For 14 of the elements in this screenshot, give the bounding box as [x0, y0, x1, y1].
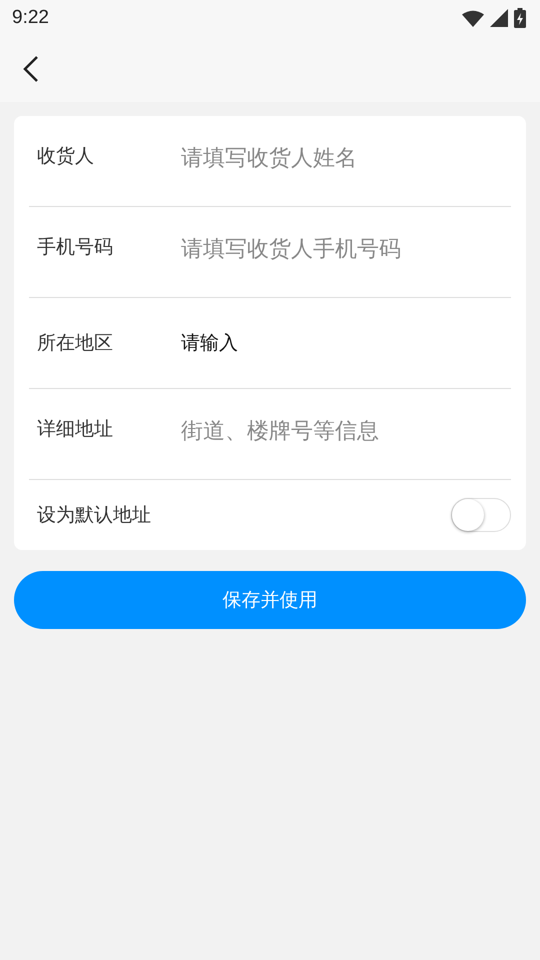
field-label: 手机号码 [36, 235, 114, 259]
signal-icon [490, 9, 508, 27]
wifi-icon [462, 10, 484, 26]
field-label: 所在地区 [36, 331, 114, 355]
field-label: 详细地址 [36, 417, 114, 441]
battery-charging-icon [514, 8, 526, 28]
input-field[interactable]: 请填写收货人姓名 [181, 146, 501, 171]
field-label: 收货人 [36, 144, 95, 168]
region-picker[interactable]: 请输入 [181, 330, 238, 356]
field-label: 设为默认地址 [36, 503, 152, 527]
default-toggle[interactable] [451, 498, 511, 532]
input-field[interactable]: 请填写收货人手机号码 [181, 237, 501, 262]
status-time: 9:22 [12, 7, 49, 29]
input-field[interactable]: 街道、楼牌号等信息 [181, 419, 501, 444]
